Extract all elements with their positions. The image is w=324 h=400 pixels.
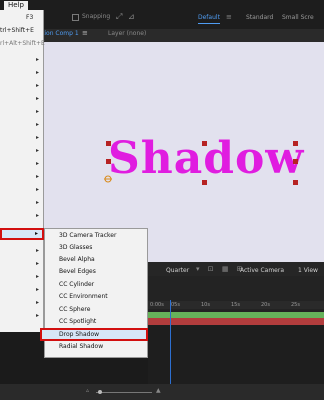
chevron-right-icon: ▸ bbox=[35, 286, 39, 293]
zoom-out-icon[interactable]: ▵ bbox=[86, 387, 89, 394]
menu-item[interactable]: ▸ bbox=[0, 258, 44, 270]
submenu-item-selected[interactable]: Drop Shadow bbox=[59, 331, 99, 338]
layer-duration-bar[interactable] bbox=[148, 318, 324, 325]
tab-composition[interactable]: tion Comp 1 bbox=[42, 30, 79, 37]
submenu-item[interactable]: CC Cylinder bbox=[59, 281, 94, 288]
chevron-right-icon: ▸ bbox=[35, 312, 39, 319]
chevron-right-icon: ▸ bbox=[35, 230, 39, 237]
submenu-item[interactable]: Bevel Alpha bbox=[59, 256, 95, 263]
menu-item[interactable]: ▸ bbox=[0, 158, 44, 170]
viewer-toggle-icons[interactable]: ▾ ⊡ ▦ ⊞ bbox=[196, 265, 246, 273]
menu-item[interactable]: ▸ bbox=[0, 80, 44, 92]
menu-item[interactable]: ▸ bbox=[0, 197, 44, 209]
submenu-item[interactable]: CC Spotlight bbox=[59, 318, 96, 325]
menu-item[interactable]: ▸ bbox=[0, 132, 44, 144]
menu-item[interactable]: ▸ bbox=[0, 271, 44, 283]
transform-handle[interactable] bbox=[293, 180, 298, 185]
menu-item[interactable]: ▸ bbox=[0, 284, 44, 296]
menu-item[interactable]: ▸ bbox=[0, 210, 44, 222]
tab-menu-icon[interactable]: ≡ bbox=[82, 29, 88, 37]
chevron-right-icon: ▸ bbox=[35, 82, 39, 89]
transform-handle[interactable] bbox=[106, 141, 111, 146]
snapping-label: Snapping bbox=[82, 13, 111, 20]
menu-item[interactable]: ▸ bbox=[0, 93, 44, 105]
submenu-item[interactable]: CC Sphere bbox=[59, 306, 90, 313]
view-layout-dropdown[interactable]: 1 View bbox=[298, 267, 318, 274]
chevron-right-icon: ▸ bbox=[35, 108, 39, 115]
app-header bbox=[0, 0, 324, 29]
chevron-right-icon: ▸ bbox=[35, 173, 39, 180]
ruler-tick: 25s bbox=[291, 302, 300, 308]
menu-item[interactable]: ▸ bbox=[0, 297, 44, 309]
zoom-in-icon[interactable]: ▲ bbox=[156, 387, 161, 394]
zoom-slider-knob[interactable] bbox=[98, 390, 102, 394]
tab-layer[interactable]: Layer (none) bbox=[108, 30, 146, 37]
menu-item[interactable]: ▸ bbox=[0, 106, 44, 118]
menu-item-shortcut[interactable]: rl+Alt+Shift+E bbox=[0, 40, 45, 47]
menu-item-shortcut[interactable]: F3 bbox=[26, 14, 33, 21]
menu-help[interactable]: Help bbox=[4, 1, 28, 10]
submenu-item[interactable]: Radial Shadow bbox=[59, 343, 103, 350]
camera-dropdown[interactable]: Active Camera bbox=[240, 267, 284, 274]
transform-handle[interactable] bbox=[202, 180, 207, 185]
chevron-right-icon: ▸ bbox=[35, 134, 39, 141]
transform-handle[interactable] bbox=[106, 159, 111, 164]
menu-item[interactable]: ▸ bbox=[0, 67, 44, 79]
snapping-checkbox[interactable] bbox=[72, 14, 79, 21]
chevron-right-icon: ▸ bbox=[35, 186, 39, 193]
workspace-default[interactable]: Default bbox=[198, 14, 220, 21]
submenu-item[interactable]: 3D Glasses bbox=[59, 244, 92, 251]
chevron-right-icon: ▸ bbox=[35, 199, 39, 206]
menu-item[interactable]: ▸ bbox=[0, 184, 44, 196]
chevron-right-icon: ▸ bbox=[35, 273, 39, 280]
chevron-right-icon: ▸ bbox=[35, 247, 39, 254]
menu-item[interactable]: ▸ bbox=[0, 54, 44, 66]
chevron-right-icon: ▸ bbox=[35, 160, 39, 167]
transform-handle[interactable] bbox=[293, 141, 298, 146]
workspace-active-underline bbox=[198, 23, 220, 24]
menu-item-shortcut[interactable]: trl+Shift+E bbox=[0, 27, 34, 34]
playhead[interactable] bbox=[170, 300, 171, 385]
ruler-tick: 05s bbox=[171, 302, 180, 308]
menu-item[interactable]: ▸ bbox=[0, 310, 44, 322]
workspace-small-screen[interactable]: Small Scre bbox=[282, 14, 314, 21]
workspace-menu-icon[interactable]: ≡ bbox=[226, 13, 232, 21]
snap-options-icon[interactable]: ⊿ bbox=[128, 12, 135, 21]
chevron-right-icon: ▸ bbox=[35, 121, 39, 128]
transform-handle[interactable] bbox=[293, 159, 298, 164]
menu-item[interactable]: ▸ bbox=[0, 171, 44, 183]
submenu-item[interactable]: 3D Camera Tracker bbox=[59, 232, 116, 239]
workspace-standard[interactable]: Standard bbox=[246, 14, 273, 21]
timeline-header bbox=[148, 276, 324, 304]
ruler-tick: 15s bbox=[231, 302, 240, 308]
chevron-right-icon: ▸ bbox=[35, 260, 39, 267]
timeline-panel[interactable] bbox=[148, 325, 324, 385]
submenu-item[interactable]: CC Environment bbox=[59, 293, 108, 300]
chevron-right-icon: ▸ bbox=[35, 95, 39, 102]
chevron-right-icon: ▸ bbox=[35, 299, 39, 306]
chevron-right-icon: ▸ bbox=[35, 56, 39, 63]
timeline-footer bbox=[0, 384, 324, 400]
chevron-right-icon: ▸ bbox=[35, 69, 39, 76]
resolution-dropdown[interactable]: Quarter bbox=[166, 267, 189, 274]
transform-handle[interactable] bbox=[202, 141, 207, 146]
zoom-slider[interactable] bbox=[96, 392, 152, 393]
anchor-point-icon[interactable] bbox=[104, 175, 112, 183]
menu-item[interactable]: ▸ bbox=[0, 145, 44, 157]
menu-item[interactable]: ▸ bbox=[0, 119, 44, 131]
menu-item[interactable]: ▸ bbox=[0, 245, 44, 257]
ruler-tick: 10s bbox=[201, 302, 210, 308]
ruler-tick: 0:00s bbox=[150, 302, 164, 308]
chevron-right-icon: ▸ bbox=[35, 212, 39, 219]
submenu-item[interactable]: Bevel Edges bbox=[59, 268, 96, 275]
ruler-tick: 20s bbox=[261, 302, 270, 308]
snap-tool-icon[interactable]: ⤢ bbox=[116, 12, 122, 22]
chevron-right-icon: ▸ bbox=[35, 147, 39, 154]
